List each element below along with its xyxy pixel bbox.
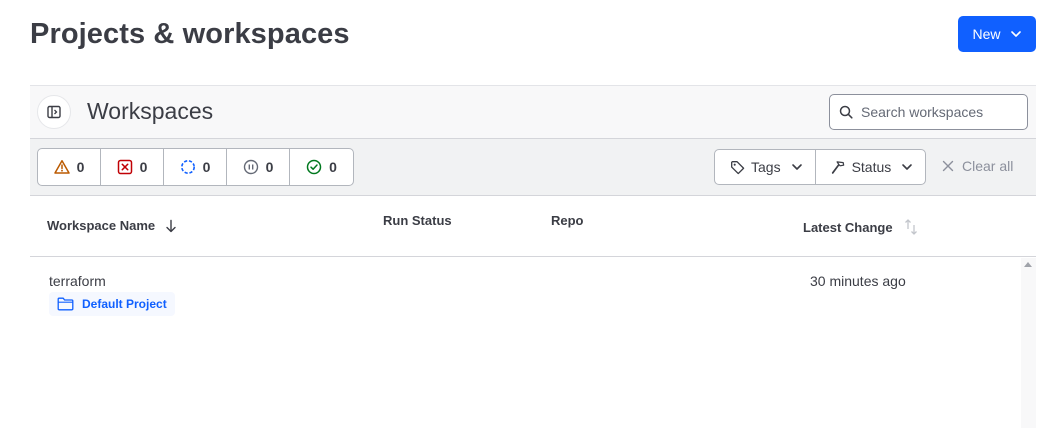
column-header-label: Latest Change <box>803 219 893 235</box>
paused-icon <box>243 159 258 175</box>
clear-all-button[interactable]: Clear all <box>942 158 1013 174</box>
tags-label: Tags <box>751 159 781 175</box>
hammer-icon <box>831 160 844 174</box>
filter-bar: 0 0 0 0 0 Tags Status Clear all <box>30 139 1036 196</box>
error-icon <box>117 159 132 175</box>
chevron-down-icon <box>1010 31 1021 37</box>
panel-title: Workspaces <box>87 98 214 124</box>
latest-change-value: 30 minutes ago <box>810 273 906 289</box>
workspace-name-link[interactable]: terraform <box>49 273 106 289</box>
clear-all-label: Clear all <box>962 158 1014 174</box>
running-count: 0 <box>202 159 211 175</box>
new-button[interactable]: New <box>958 16 1036 52</box>
table-header-divider <box>30 256 1036 257</box>
warning-count: 0 <box>76 159 85 175</box>
chevron-down-icon <box>902 164 913 170</box>
column-header-workspace-name[interactable]: Workspace Name <box>47 218 177 233</box>
running-icon <box>180 160 195 174</box>
scroll-up-arrow-icon[interactable] <box>1024 262 1032 267</box>
filter-dropdowns: Tags Status <box>714 149 927 185</box>
chevron-down-icon <box>791 164 802 170</box>
column-header-label: Workspace Name <box>47 218 156 233</box>
project-badge[interactable]: Default Project <box>49 292 175 316</box>
success-count: 0 <box>329 159 337 175</box>
status-filter-running[interactable]: 0 <box>164 149 227 185</box>
close-icon <box>942 160 954 172</box>
status-filter-warning[interactable]: 0 <box>38 149 101 185</box>
status-filter-group: 0 0 0 0 0 <box>37 148 354 186</box>
new-button-label: New <box>972 26 1001 42</box>
success-icon <box>306 159 322 175</box>
status-filter-dropdown[interactable]: Status <box>814 150 926 184</box>
folder-icon <box>57 297 74 311</box>
paused-count: 0 <box>265 159 274 175</box>
status-label: Status <box>851 159 892 175</box>
error-count: 0 <box>139 159 148 175</box>
sidebar-toggle-button[interactable] <box>37 95 71 129</box>
search-box[interactable] <box>829 94 1028 130</box>
column-header-latest-change[interactable]: Latest Change <box>803 218 919 236</box>
status-filter-success[interactable]: 0 <box>290 149 353 185</box>
status-filter-paused[interactable]: 0 <box>227 149 290 185</box>
status-filter-error[interactable]: 0 <box>101 149 164 185</box>
page-title: Projects & workspaces <box>30 18 350 50</box>
sort-icon <box>904 219 917 235</box>
arrow-down-icon <box>166 219 176 232</box>
tags-filter-dropdown[interactable]: Tags <box>715 150 815 184</box>
column-header-repo: Repo <box>551 213 584 228</box>
search-input[interactable] <box>861 104 1021 120</box>
column-header-run-status: Run Status <box>383 213 452 228</box>
search-icon <box>839 105 853 119</box>
scrollbar[interactable] <box>1021 258 1036 428</box>
sidebar-toggle-icon <box>47 105 61 119</box>
project-name: Default Project <box>82 297 167 311</box>
workspaces-panel-header: Workspaces <box>30 85 1036 139</box>
warning-icon <box>53 160 70 174</box>
tag-icon <box>731 160 745 174</box>
